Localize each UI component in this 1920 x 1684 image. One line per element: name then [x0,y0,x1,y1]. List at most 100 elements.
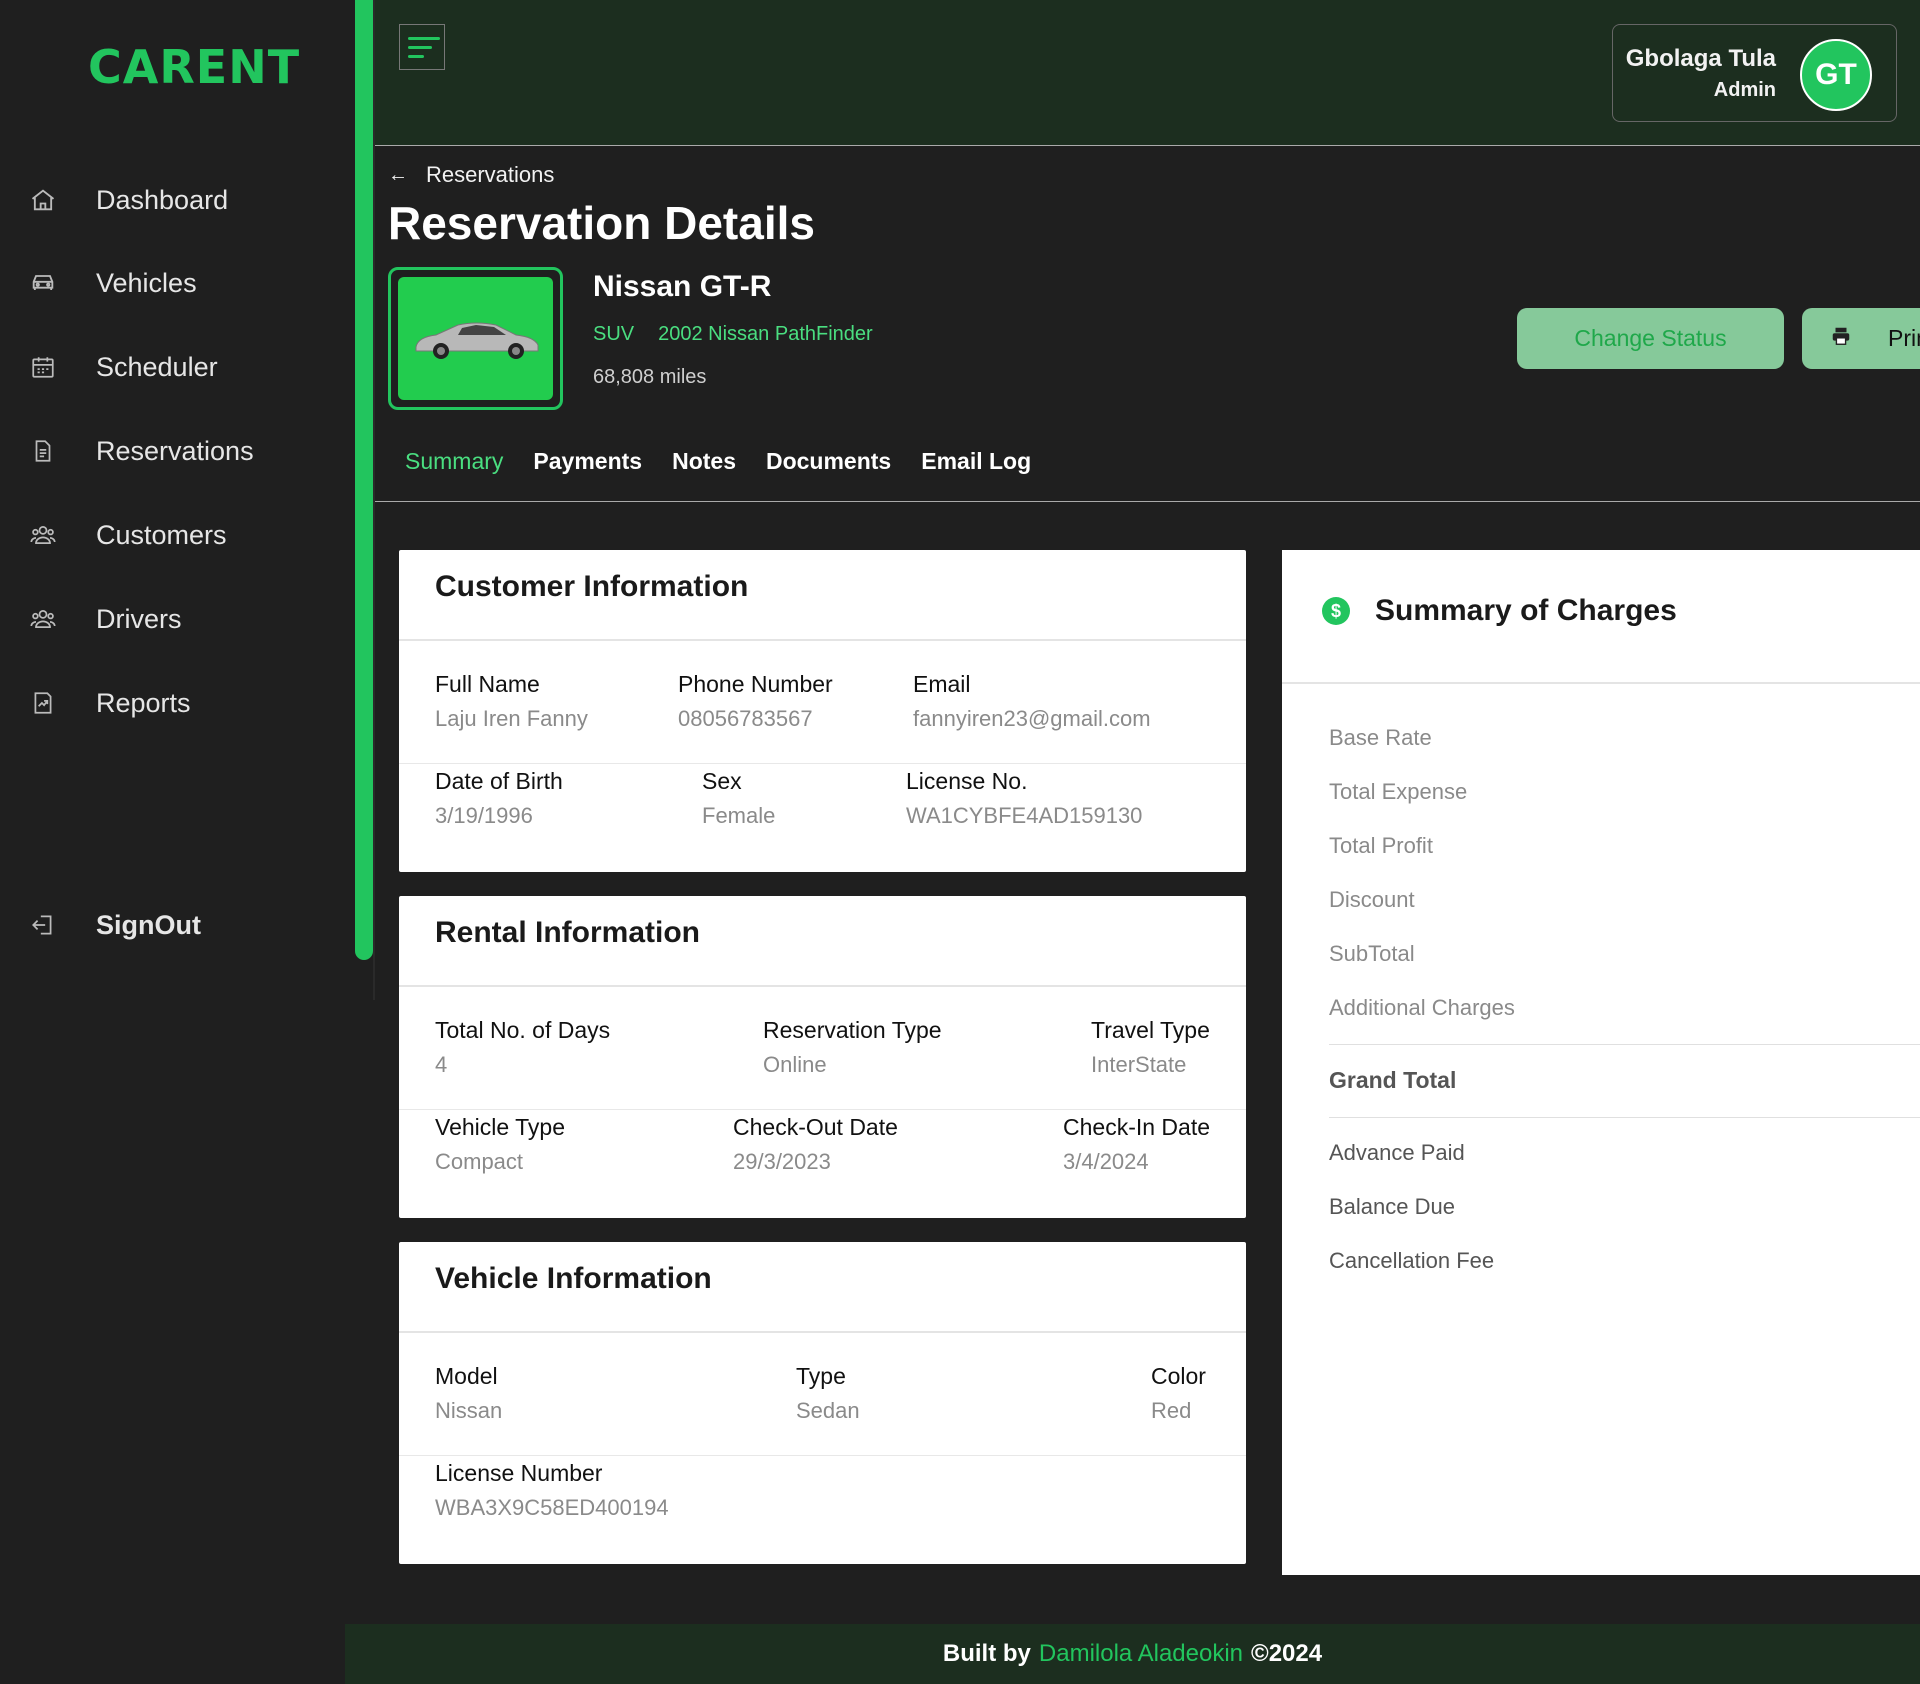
charge-divider [1329,1044,1920,1045]
field-travel-type: Travel Type InterState [1091,1017,1210,1078]
sidebar-item-reports[interactable]: Reports [28,678,348,728]
field-license-no: License No. WA1CYBFE4AD159130 [906,768,1142,829]
field-value: WBA3X9C58ED400194 [435,1495,669,1520]
sidebar-item-vehicles[interactable]: Vehicles [28,258,348,308]
footer-author-link[interactable]: Damilola Aladeokin [1039,1640,1243,1668]
sidebar-item-reservations[interactable]: Reservations [28,426,348,476]
field-full-name: Full Name Laju Iren Fanny [435,671,588,732]
calendar-icon [28,352,58,382]
sidebar-item-label: Customers [96,519,227,550]
card-title: Summary of Charges [1375,594,1677,627]
field-phone: Phone Number 08056783567 [678,671,833,732]
field-value: 3/19/1996 [435,803,533,828]
field-color: Color Red [1151,1363,1206,1424]
card-divider [399,985,1246,987]
field-label: Email [913,671,971,697]
sidebar-item-drivers[interactable]: Drivers [28,594,348,644]
row-divider [399,1109,1246,1110]
tab-email-log[interactable]: Email Log [921,448,1031,475]
field-checkin-date: Check-In Date 3/4/2024 [1063,1114,1210,1175]
sidebar-item-label: Dashboard [96,184,229,215]
car-name: Nissan GT-R [593,270,772,303]
user-profile-card[interactable]: Gbolaga Tula Admin GT [1612,24,1897,122]
field-label: Full Name [435,671,540,697]
sidebar-item-customers[interactable]: Customers [28,510,348,560]
rental-info-card: Rental Information Total No. of Days 4 R… [399,896,1246,1218]
tab-notes[interactable]: Notes [672,448,736,475]
customer-info-card: Customer Information Full Name Laju Iren… [399,550,1246,872]
field-value: Sedan [796,1398,860,1423]
sidebar-scrollbar[interactable] [355,0,373,960]
field-label: Reservation Type [763,1017,942,1043]
brand-logo[interactable]: CARENT [88,40,300,94]
field-label: Travel Type [1091,1017,1210,1043]
sidebar-item-label: Reservations [96,435,254,466]
signout-button[interactable]: SignOut [28,900,348,950]
field-value: Compact [435,1149,524,1174]
field-value: Nissan [435,1398,503,1423]
sidebar-item-label: Drivers [96,603,182,634]
field-model: Model Nissan [435,1363,502,1424]
field-label: Date of Birth [435,768,563,794]
print-button[interactable]: Print [1802,308,1920,369]
field-vehicle-type: Vehicle Type Compact [435,1114,565,1175]
change-status-button[interactable]: Change Status [1517,308,1784,369]
charge-subtotal: SubTotal [1329,941,1415,966]
signout-icon [28,910,58,940]
charge-total-expense: Total Expense [1329,779,1468,804]
dollar-icon: $ [1322,597,1350,625]
charge-cancellation-fee: Cancellation Fee [1329,1248,1495,1273]
field-label: Vehicle Type [435,1114,566,1140]
charge-discount: Discount [1329,887,1415,912]
field-value: InterState [1091,1052,1187,1077]
footer: Built by Damilola Aladeokin ©2024 [345,1624,1920,1684]
row-divider [399,1455,1246,1456]
user-role: Admin [1713,79,1776,101]
menu-toggle-button[interactable] [399,24,445,70]
tab-summary[interactable]: Summary [405,448,503,475]
row-divider [399,763,1246,764]
card-title: Vehicle Information [435,1262,712,1295]
users-icon [28,520,58,550]
sidebar-item-label: Vehicles [96,267,197,298]
vehicle-info-card: Vehicle Information Model Nissan Type Se… [399,1242,1246,1564]
field-label: Phone Number [678,671,833,697]
charge-advance-paid: Advance Paid [1329,1140,1465,1165]
charge-additional: Additional Charges [1329,995,1515,1020]
card-divider [399,1331,1246,1333]
menu-line-icon [408,36,440,40]
field-value: 4 [435,1052,448,1077]
field-label: Color [1151,1363,1206,1389]
field-value: Red [1151,1398,1192,1423]
back-arrow-icon[interactable]: ← [388,164,408,187]
sidebar-divider [373,0,375,1000]
tab-documents[interactable]: Documents [766,448,891,475]
tab-payments[interactable]: Payments [533,448,642,475]
field-date-of-birth: Date of Birth 3/19/1996 [435,768,563,829]
car-thumbnail [388,267,563,410]
menu-line-icon [408,54,424,58]
sidebar-item-label: Scheduler [96,351,218,382]
top-header: Gbolaga Tula Admin GT [375,0,1920,146]
field-label: Check-In Date [1063,1114,1211,1140]
field-value: 3/4/2024 [1063,1149,1149,1174]
field-reservation-type: Reservation Type Online [763,1017,942,1078]
card-title: Rental Information [435,916,701,949]
footer-copyright: ©2024 [1251,1640,1323,1667]
field-label: Sex [702,768,742,794]
breadcrumb-link[interactable]: Reservations [426,162,554,188]
field-value: Female [702,803,776,828]
field-value: Laju Iren Fanny [435,706,588,731]
field-email: Email fannyiren23@gmail.com [913,671,1151,732]
avatar[interactable]: GT [1800,39,1872,111]
charge-grand-total: Grand Total [1329,1067,1457,1093]
field-sex: Sex Female [702,768,775,829]
footer-prefix: Built by [942,1640,1031,1667]
users-icon [28,604,58,634]
field-label: License No. [906,768,1028,794]
sidebar-item-dashboard[interactable]: Dashboard [28,175,348,225]
sidebar-item-scheduler[interactable]: Scheduler [28,342,348,392]
breadcrumb[interactable]: ← Reservations [388,162,554,188]
charge-divider [1329,1117,1920,1118]
card-divider [1282,682,1920,684]
